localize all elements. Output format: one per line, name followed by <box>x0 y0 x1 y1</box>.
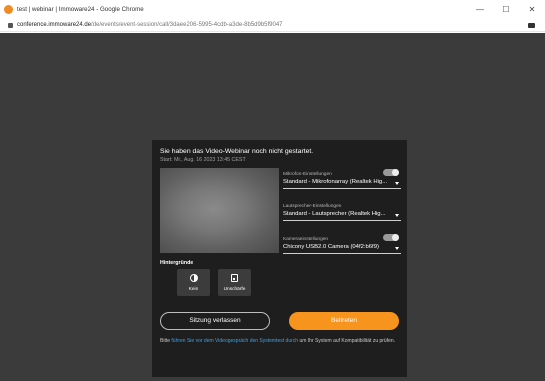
leave-session-button[interactable]: Sitzung verlassen <box>160 312 270 330</box>
window-title: test | webinar | Immoware24 - Google Chr… <box>17 6 144 13</box>
mic-select[interactable]: Standard - Mikrofonarray (Realtek Hig... <box>283 179 401 185</box>
background-blur-option[interactable]: Unschärfe <box>218 269 251 296</box>
url-host: conference.immoware24.de <box>17 22 92 28</box>
page-background: Sie haben das Video-Webinar noch nicht g… <box>0 33 545 381</box>
window-controls: — ☐ ✕ <box>467 0 545 19</box>
url-path: /de/events/event-session/call/3daee206-5… <box>91 22 283 28</box>
chevron-down-icon <box>395 182 399 185</box>
backgrounds-label: Hintergründe <box>160 260 194 266</box>
system-test-note: Bitte führen Sie vor dem Videogespräch d… <box>160 338 400 345</box>
system-test-link[interactable]: führen Sie vor dem Videogespräch den Sys… <box>171 338 298 344</box>
speaker-setting: Lautsprecher-Einstellungen Standard - La… <box>283 204 401 221</box>
minimize-button[interactable]: — <box>467 5 493 14</box>
no-background-icon <box>190 274 198 282</box>
background-none-label: Kein <box>188 287 199 292</box>
background-blur-label: Unschärfe <box>223 287 246 292</box>
camera-underline <box>283 253 401 254</box>
pre-join-dialog: Sie haben das Video-Webinar noch nicht g… <box>152 140 407 377</box>
close-button[interactable]: ✕ <box>519 5 545 14</box>
chevron-down-icon <box>395 214 399 217</box>
camera-in-use-icon[interactable] <box>528 23 535 28</box>
mic-setting: Mikrofon-Einstellungen Standard - Mikrof… <box>283 169 401 189</box>
url[interactable]: conference.immoware24.de/de/events/event… <box>17 22 283 28</box>
mic-underline <box>283 188 401 189</box>
camera-preview <box>160 168 279 253</box>
mic-value: Standard - Mikrofonarray (Realtek Hig... <box>283 179 388 185</box>
speaker-label: Lautsprecher-Einstellungen <box>283 204 342 209</box>
background-none-option[interactable]: Kein <box>177 269 210 296</box>
chevron-down-icon <box>395 247 399 250</box>
camera-value: Chicony USB2.0 Camera (04f2:b6f9) <box>283 244 379 250</box>
blur-icon <box>231 274 238 282</box>
speaker-underline <box>283 220 401 221</box>
camera-toggle[interactable] <box>383 234 399 241</box>
note-suffix: um Ihr System auf Kompatibilität zu prüf… <box>298 338 396 344</box>
note-prefix: Bitte <box>160 338 172 344</box>
address-bar[interactable]: conference.immoware24.de/de/events/event… <box>0 19 545 32</box>
camera-select[interactable]: Chicony USB2.0 Camera (04f2:b6f9) <box>283 244 401 250</box>
dialog-title: Sie haben das Video-Webinar noch nicht g… <box>160 148 314 155</box>
window-titlebar: test | webinar | Immoware24 - Google Chr… <box>0 0 545 19</box>
mic-toggle[interactable] <box>383 169 399 176</box>
favicon-icon <box>4 5 13 14</box>
speaker-value: Standard - Lautsprecher (Realtek Hig... <box>283 211 386 217</box>
speaker-select[interactable]: Standard - Lautsprecher (Realtek Hig... <box>283 211 401 217</box>
maximize-button[interactable]: ☐ <box>493 5 519 14</box>
lock-icon[interactable] <box>8 22 13 28</box>
camera-setting: Kameraeinstellungen Chicony USB2.0 Camer… <box>283 234 401 254</box>
join-button[interactable]: Beitreten <box>289 312 399 330</box>
start-time: Start: Mi., Aug. 16 2023 13:45 CEST <box>160 157 246 163</box>
